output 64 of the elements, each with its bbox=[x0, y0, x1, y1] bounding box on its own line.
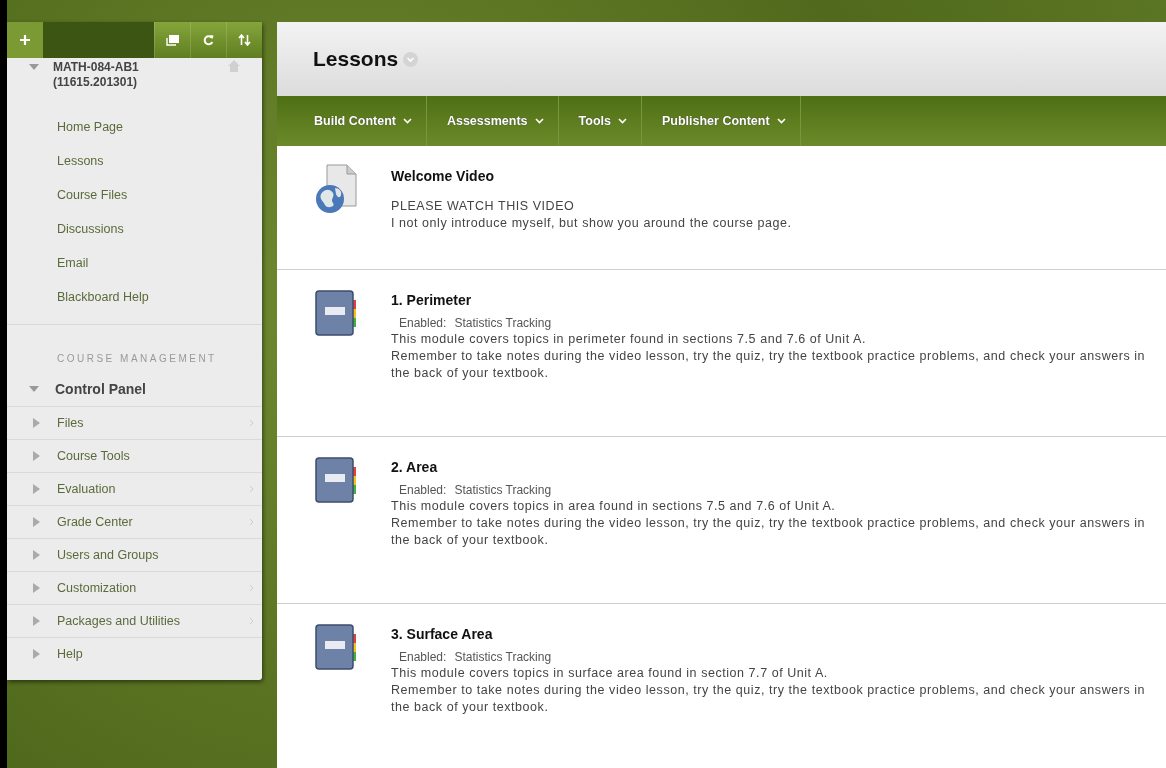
tracking-label: Enabled: bbox=[399, 650, 447, 664]
course-menu-link[interactable]: Blackboard Help bbox=[57, 290, 149, 305]
control-panel-item[interactable]: Evaluation bbox=[7, 472, 262, 505]
expand-arrow-icon bbox=[33, 451, 40, 461]
course-menu-link[interactable]: Home Page bbox=[57, 120, 123, 135]
item-title[interactable]: Welcome Video bbox=[391, 168, 494, 184]
expand-arrow-icon bbox=[33, 583, 40, 593]
expand-arrow-icon bbox=[33, 616, 40, 626]
control-panel-item[interactable]: Grade Center bbox=[7, 505, 262, 538]
item-description: Remember to take notes during the video lesson, try the quiz, try the textbook practice problems, and check your answers in the back of your textbook. bbox=[391, 682, 1147, 716]
control-panel-item[interactable]: Customization bbox=[7, 571, 262, 604]
control-panel-item[interactable]: Files bbox=[7, 406, 262, 439]
tracking-value: Statistics Tracking bbox=[454, 483, 552, 497]
add-icon bbox=[19, 34, 31, 46]
chevron-down-icon bbox=[617, 118, 627, 124]
expand-arrow-icon bbox=[33, 484, 40, 494]
expand-arrow-icon bbox=[33, 550, 40, 560]
expand-triangle-icon[interactable] bbox=[29, 64, 39, 71]
course-menu-link[interactable]: Discussions bbox=[57, 222, 124, 237]
chevron-down-icon bbox=[402, 118, 412, 124]
expand-triangle-icon[interactable] bbox=[29, 385, 39, 393]
tracking-value: Statistics Tracking bbox=[454, 316, 552, 330]
sort-arrows-icon bbox=[238, 34, 251, 46]
control-panel-item[interactable]: Help bbox=[7, 637, 262, 670]
tracking-label: Enabled: bbox=[399, 316, 447, 330]
globe-document-icon bbox=[315, 164, 359, 216]
menu-button[interactable]: Assessments bbox=[426, 96, 559, 146]
expand-arrow-icon bbox=[33, 517, 40, 527]
control-panel-item[interactable]: Users and Groups bbox=[7, 538, 262, 571]
item-description: This module covers topics in perimeter found in sections 7.5 and 7.6 of Unit A. bbox=[391, 331, 867, 348]
menu-button[interactable]: Tools bbox=[558, 96, 642, 146]
menu-button[interactable]: Build Content bbox=[294, 96, 427, 146]
window-icon bbox=[166, 34, 179, 46]
notebook-icon bbox=[315, 290, 359, 338]
item-description: I not only introduce myself, but show you around the course page. bbox=[391, 215, 793, 232]
course-code[interactable]: MATH-084-AB1 bbox=[53, 60, 139, 75]
item-description: Remember to take notes during the video lesson, try the quiz, try the textbook practice problems, and check your answers in the back of your textbook. bbox=[391, 348, 1147, 382]
section-heading: COURSE MANAGEMENT bbox=[57, 353, 217, 364]
chevron-down-icon bbox=[776, 118, 786, 124]
course-menu-link[interactable]: Email bbox=[57, 256, 89, 271]
item-description: Remember to take notes during the video lesson, try the quiz, try the textbook practice problems, and check your answers in the back of your textbook. bbox=[391, 515, 1147, 549]
control-panel-item[interactable]: Packages and Utilities bbox=[7, 604, 262, 637]
menu-button[interactable]: Publisher Content bbox=[641, 96, 801, 146]
item-title[interactable]: 3. Surface Area bbox=[391, 626, 493, 642]
item-title[interactable]: 2. Area bbox=[391, 459, 438, 475]
refresh-icon bbox=[203, 34, 214, 46]
tracking-label: Enabled: bbox=[399, 483, 447, 497]
item-description: This module covers topics in surface area found in section 7.7 of Unit A. bbox=[391, 665, 829, 682]
notebook-icon bbox=[315, 457, 359, 505]
course-menu-link[interactable]: Course Files bbox=[57, 188, 128, 203]
notebook-icon bbox=[315, 624, 359, 672]
page-title: Lessons bbox=[313, 47, 399, 71]
item-description: This module covers topics in area found in sections 7.5 and 7.6 of Unit A. bbox=[391, 498, 837, 515]
item-title[interactable]: 1. Perimeter bbox=[391, 292, 472, 308]
course-id: (11615.201301) bbox=[53, 75, 138, 90]
add-menu-item-button[interactable] bbox=[7, 22, 43, 58]
course-menu-link[interactable]: Lessons bbox=[57, 154, 104, 169]
expand-arrow-icon bbox=[33, 649, 40, 659]
tracking-value: Statistics Tracking bbox=[454, 650, 552, 664]
expand-arrow-icon bbox=[33, 418, 40, 428]
chevron-down-icon bbox=[534, 118, 544, 124]
item-description: PLEASE WATCH THIS VIDEO bbox=[391, 198, 576, 215]
control-panel-item[interactable]: Course Tools bbox=[7, 439, 262, 472]
control-panel-heading[interactable]: Control Panel bbox=[55, 381, 146, 397]
